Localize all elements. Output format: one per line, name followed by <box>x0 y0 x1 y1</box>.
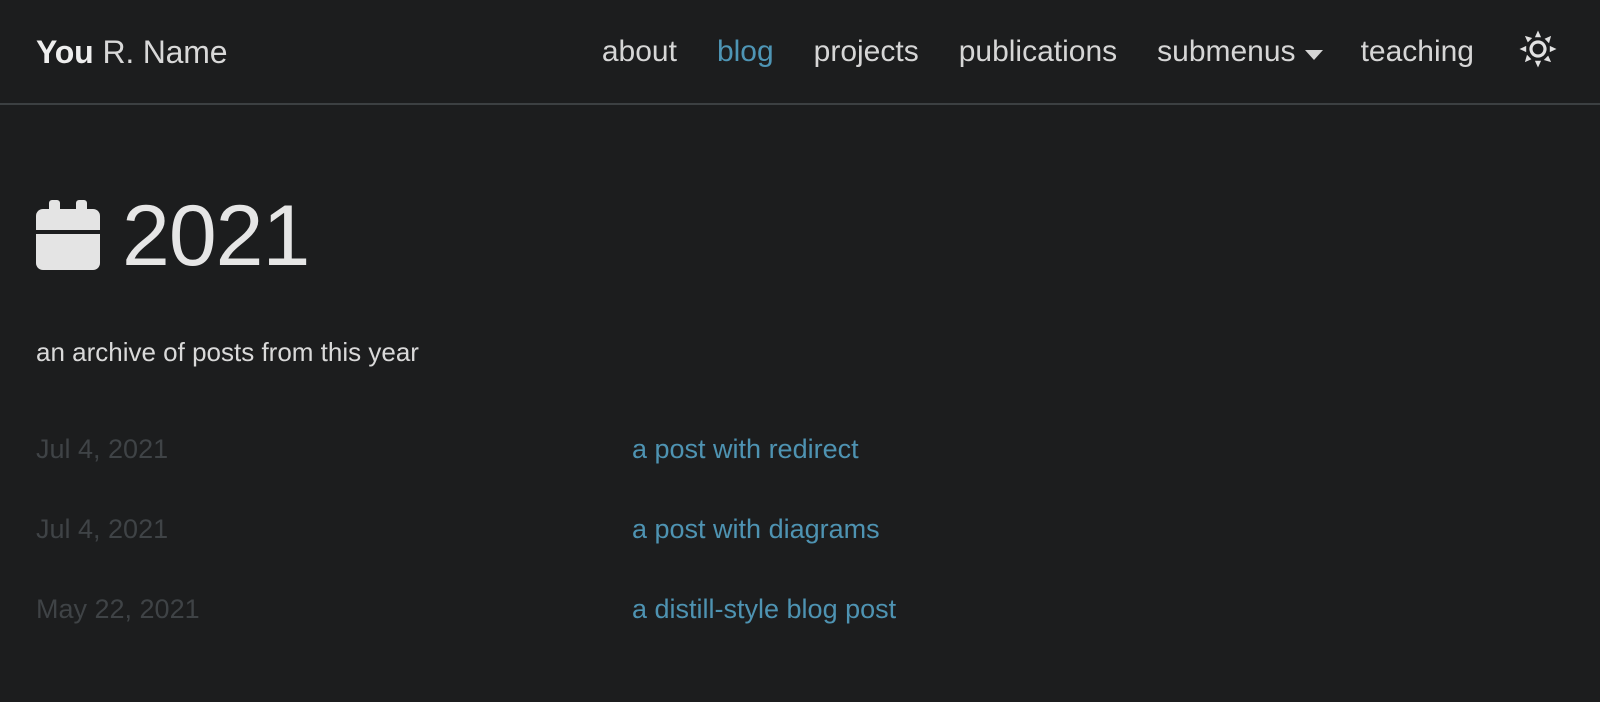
main-content: 2021 an archive of posts from this year … <box>0 193 1600 676</box>
post-date: Jul 4, 2021 <box>36 433 169 464</box>
nav-item-teaching[interactable]: teaching <box>1341 31 1494 73</box>
post-list: Jul 4, 2021 a post with redirect Jul 4, … <box>36 433 1564 676</box>
post-list-item[interactable]: Jul 4, 2021 a post with diagrams <box>36 513 1564 596</box>
sun-icon <box>1519 30 1557 73</box>
post-date: Jul 4, 2021 <box>36 513 169 544</box>
nav-item-blog[interactable]: blog <box>697 31 794 73</box>
nav-submenus-label: submenus <box>1157 34 1296 68</box>
page-title-text: 2021 <box>122 188 310 284</box>
post-list-item[interactable]: May 22, 2021 a distill-style blog post <box>36 593 1564 676</box>
brand-strong-text: You <box>36 33 94 70</box>
page-header: 2021 an archive of posts from this year <box>36 193 1564 368</box>
nav-item-projects[interactable]: projects <box>794 31 939 73</box>
post-list-item[interactable]: Jul 4, 2021 a post with redirect <box>36 433 1564 516</box>
brand-rest-text: R. Name <box>102 33 228 70</box>
calendar-icon <box>36 200 100 270</box>
page-subtitle: an archive of posts from this year <box>36 336 419 367</box>
site-brand[interactable]: You R. Name <box>36 33 228 70</box>
theme-toggle-button[interactable] <box>1518 30 1558 73</box>
post-date: May 22, 2021 <box>36 593 200 624</box>
nav-item-submenus[interactable]: submenus <box>1137 31 1340 73</box>
chevron-down-icon <box>1304 50 1323 60</box>
nav-item-about[interactable]: about <box>582 31 697 73</box>
page-title: 2021 <box>36 193 1564 279</box>
post-title-link[interactable]: a post with diagrams <box>632 515 880 543</box>
page-root: You R. Name about blog projects publicat… <box>0 0 1600 702</box>
navbar: You R. Name about blog projects publicat… <box>0 0 1600 105</box>
primary-nav: about blog projects publications submenu… <box>582 30 1562 73</box>
nav-item-publications[interactable]: publications <box>939 31 1137 73</box>
post-title-link[interactable]: a post with redirect <box>632 435 859 463</box>
post-title-link[interactable]: a distill-style blog post <box>632 595 896 623</box>
